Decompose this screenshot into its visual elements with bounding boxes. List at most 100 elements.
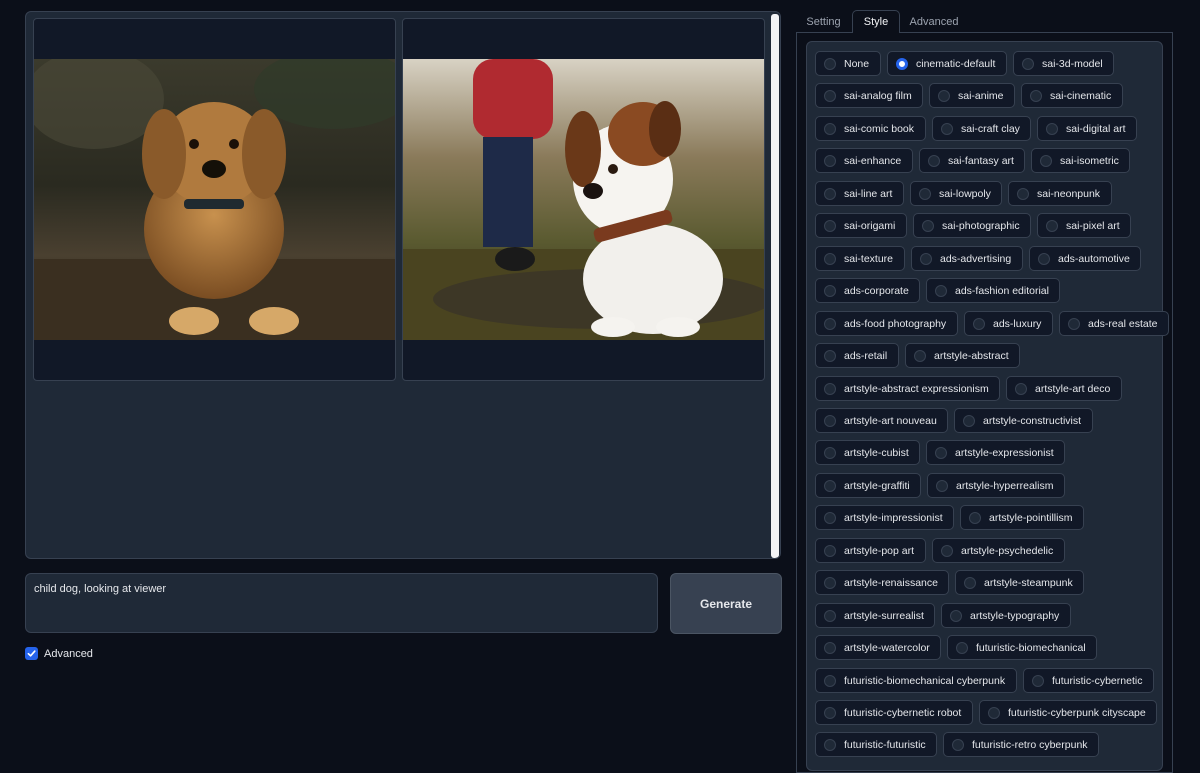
style-option[interactable]: ads-retail bbox=[815, 343, 899, 368]
generate-button[interactable]: Generate bbox=[670, 573, 782, 634]
radio-empty-icon bbox=[824, 674, 836, 687]
style-option[interactable]: artstyle-abstract expressionism bbox=[815, 376, 1000, 401]
radio-empty-icon bbox=[941, 122, 953, 135]
style-option-label: ads-advertising bbox=[940, 252, 1012, 265]
style-option[interactable]: ads-corporate bbox=[815, 278, 920, 303]
style-option[interactable]: ads-advertising bbox=[911, 246, 1023, 271]
style-option[interactable]: sai-neonpunk bbox=[1008, 181, 1112, 206]
style-option[interactable]: artstyle-impressionist bbox=[815, 505, 954, 530]
style-option[interactable]: ads-luxury bbox=[964, 311, 1053, 336]
style-option[interactable]: artstyle-expressionist bbox=[926, 440, 1065, 465]
radio-empty-icon bbox=[824, 738, 836, 751]
radio-empty-icon bbox=[1040, 154, 1052, 167]
style-option[interactable]: sai-texture bbox=[815, 246, 905, 271]
style-option[interactable]: sai-lowpoly bbox=[910, 181, 1002, 206]
radio-empty-icon bbox=[1032, 674, 1044, 687]
radio-empty-icon bbox=[935, 284, 947, 297]
style-option[interactable]: artstyle-art nouveau bbox=[815, 408, 948, 433]
style-option-label: sai-comic book bbox=[844, 122, 915, 135]
style-option-label: futuristic-cybernetic robot bbox=[844, 706, 962, 719]
style-option-label: sai-enhance bbox=[844, 154, 902, 167]
style-option[interactable]: ads-real estate bbox=[1059, 311, 1169, 336]
style-option[interactable]: None bbox=[815, 51, 881, 76]
golden-retriever-puppy-image bbox=[34, 59, 395, 340]
style-option-label: None bbox=[844, 57, 870, 70]
checkbox-checked-icon[interactable] bbox=[25, 647, 38, 660]
style-option[interactable]: sai-comic book bbox=[815, 116, 926, 141]
style-option-label: futuristic-biomechanical bbox=[976, 641, 1086, 654]
style-option-label: artstyle-constructivist bbox=[983, 414, 1082, 427]
radio-empty-icon bbox=[1038, 252, 1050, 265]
style-option[interactable]: sai-digital art bbox=[1037, 116, 1137, 141]
gallery-image-1[interactable] bbox=[33, 18, 396, 381]
style-option[interactable]: sai-craft clay bbox=[932, 116, 1031, 141]
radio-empty-icon bbox=[914, 349, 926, 362]
settings-tabs: Setting Style Advanced bbox=[796, 10, 1172, 33]
style-option[interactable]: sai-enhance bbox=[815, 148, 913, 173]
radio-empty-icon bbox=[1022, 57, 1034, 70]
style-option[interactable]: artstyle-cubist bbox=[815, 440, 920, 465]
style-option[interactable]: sai-cinematic bbox=[1021, 83, 1123, 108]
advanced-checkbox[interactable]: Advanced bbox=[25, 647, 93, 660]
style-option[interactable]: futuristic-retro cyberpunk bbox=[943, 732, 1099, 757]
style-option-label: artstyle-renaissance bbox=[844, 576, 938, 589]
gallery-image-2[interactable] bbox=[402, 18, 765, 381]
style-option[interactable]: artstyle-art deco bbox=[1006, 376, 1122, 401]
style-option-label: sai-3d-model bbox=[1042, 57, 1103, 70]
style-option-label: artstyle-hyperrealism bbox=[956, 479, 1054, 492]
style-option[interactable]: cinematic-default bbox=[887, 51, 1007, 76]
style-option[interactable]: ads-food photography bbox=[815, 311, 958, 336]
style-option[interactable]: futuristic-cybernetic robot bbox=[815, 700, 973, 725]
style-option[interactable]: artstyle-steampunk bbox=[955, 570, 1084, 595]
style-option[interactable]: sai-fantasy art bbox=[919, 148, 1025, 173]
style-option-label: sai-isometric bbox=[1060, 154, 1119, 167]
style-option-label: artstyle-impressionist bbox=[844, 511, 943, 524]
gallery-scroll-thumb[interactable] bbox=[771, 14, 779, 558]
style-option[interactable]: artstyle-graffiti bbox=[815, 473, 921, 498]
style-option-label: futuristic-biomechanical cyberpunk bbox=[844, 674, 1006, 687]
style-option[interactable]: artstyle-abstract bbox=[905, 343, 1020, 368]
style-option[interactable]: ads-automotive bbox=[1029, 246, 1141, 271]
style-option[interactable]: sai-photographic bbox=[913, 213, 1031, 238]
style-option[interactable]: artstyle-hyperrealism bbox=[927, 473, 1065, 498]
style-option[interactable]: sai-anime bbox=[929, 83, 1015, 108]
style-option[interactable]: artstyle-watercolor bbox=[815, 635, 941, 660]
radio-empty-icon bbox=[1017, 187, 1029, 200]
style-option[interactable]: sai-3d-model bbox=[1013, 51, 1114, 76]
style-option-label: sai-digital art bbox=[1066, 122, 1126, 135]
radio-empty-icon bbox=[824, 479, 836, 492]
tab-advanced[interactable]: Advanced bbox=[902, 10, 966, 33]
style-option[interactable]: sai-analog film bbox=[815, 83, 923, 108]
style-option[interactable]: futuristic-cybernetic bbox=[1023, 668, 1154, 693]
style-option[interactable]: sai-pixel art bbox=[1037, 213, 1131, 238]
style-option[interactable]: futuristic-cyberpunk cityscape bbox=[979, 700, 1157, 725]
style-option-label: ads-fashion editorial bbox=[955, 284, 1049, 297]
style-option[interactable]: futuristic-biomechanical cyberpunk bbox=[815, 668, 1017, 693]
style-option[interactable]: sai-isometric bbox=[1031, 148, 1130, 173]
style-option[interactable]: artstyle-constructivist bbox=[954, 408, 1093, 433]
style-option[interactable]: artstyle-pop art bbox=[815, 538, 926, 563]
style-option-label: futuristic-futuristic bbox=[844, 738, 926, 751]
radio-empty-icon bbox=[1015, 382, 1027, 395]
style-option[interactable]: ads-fashion editorial bbox=[926, 278, 1060, 303]
style-option[interactable]: futuristic-biomechanical bbox=[947, 635, 1097, 660]
style-option[interactable]: artstyle-renaissance bbox=[815, 570, 949, 595]
style-option[interactable]: artstyle-surrealist bbox=[815, 603, 935, 628]
gallery-scrollbar[interactable] bbox=[770, 12, 780, 558]
style-option[interactable]: sai-origami bbox=[815, 213, 907, 238]
style-option[interactable]: artstyle-psychedelic bbox=[932, 538, 1065, 563]
tab-setting[interactable]: Setting bbox=[796, 10, 851, 33]
prompt-input[interactable]: child dog, looking at viewer bbox=[25, 573, 658, 633]
radio-empty-icon bbox=[824, 57, 836, 70]
style-option[interactable]: sai-line art bbox=[815, 181, 904, 206]
style-option[interactable]: futuristic-futuristic bbox=[815, 732, 937, 757]
style-option-label: artstyle-typography bbox=[970, 609, 1060, 622]
style-option-label: sai-cinematic bbox=[1050, 89, 1112, 102]
style-option-label: sai-craft clay bbox=[961, 122, 1020, 135]
style-option[interactable]: artstyle-typography bbox=[941, 603, 1071, 628]
style-option[interactable]: artstyle-pointillism bbox=[960, 505, 1084, 530]
radio-empty-icon bbox=[952, 738, 964, 751]
radio-empty-icon bbox=[1046, 122, 1058, 135]
tab-style[interactable]: Style bbox=[852, 10, 900, 33]
radio-empty-icon bbox=[824, 706, 836, 719]
